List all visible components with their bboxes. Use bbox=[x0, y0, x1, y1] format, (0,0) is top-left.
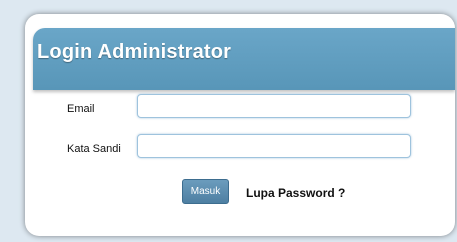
password-label: Kata Sandi bbox=[67, 143, 121, 155]
password-field[interactable] bbox=[137, 134, 411, 158]
forgot-password-link[interactable]: Lupa Password ? bbox=[246, 186, 345, 200]
page-title: Login Administrator bbox=[37, 41, 232, 63]
submit-button[interactable]: Masuk bbox=[182, 179, 229, 204]
email-field[interactable] bbox=[137, 94, 411, 118]
login-card: Login Administrator Email Kata Sandi Mas… bbox=[25, 14, 455, 236]
email-label: Email bbox=[67, 103, 95, 115]
